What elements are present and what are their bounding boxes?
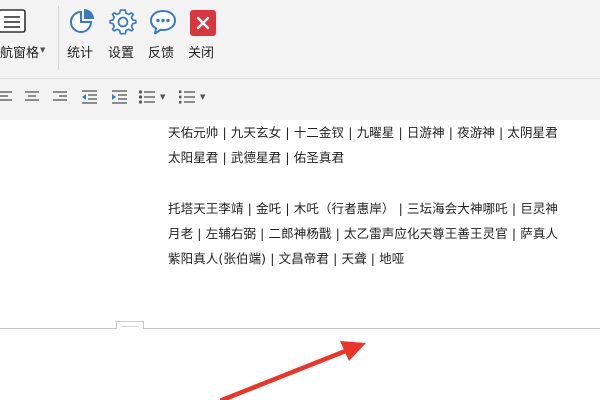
annotation-arrow-icon (219, 341, 366, 400)
